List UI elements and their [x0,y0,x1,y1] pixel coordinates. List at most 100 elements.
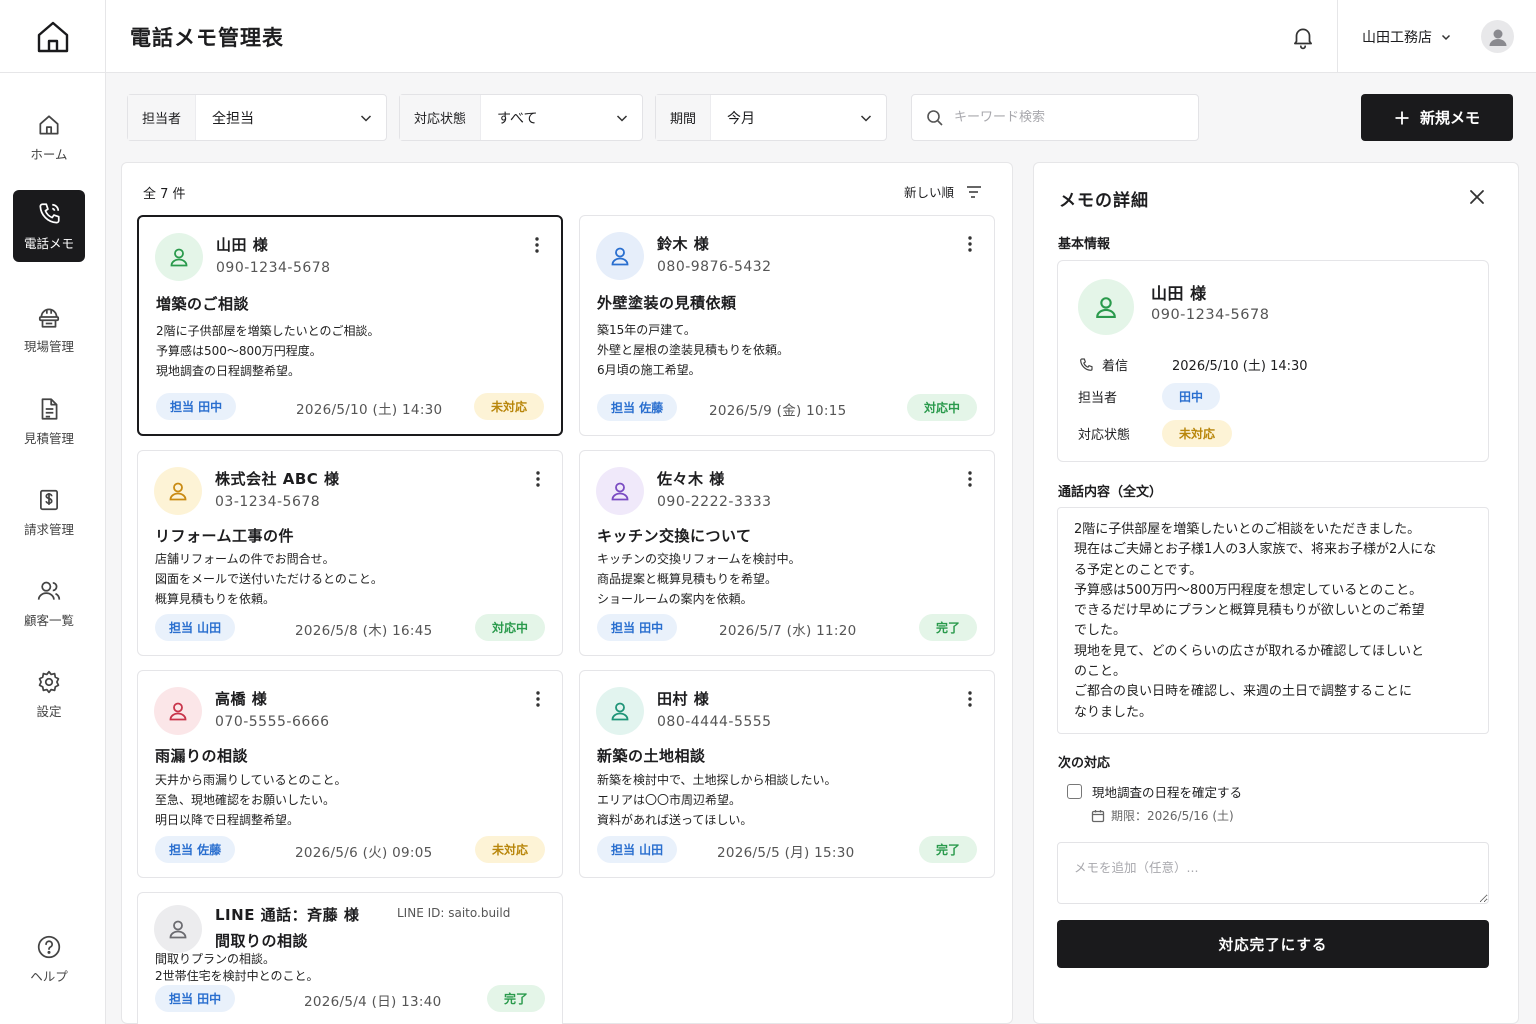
more-vertical-icon[interactable] [960,234,980,254]
user-icon [611,702,629,721]
status-row: 対応状態 未対応 [1078,420,1233,447]
sidebar-item-label: 見積管理 [23,430,74,446]
card-footer: 担当 田中 2026/5/10 (土) 14:30 未対応 [156,393,544,421]
sidebar-item-home[interactable]: ホーム [13,101,85,173]
due-date: 期限：2026/5/16 (土) [1091,807,1234,824]
search-box [911,94,1199,141]
sort-selector[interactable]: 新しい順 [904,182,982,201]
more-vertical-icon[interactable] [527,235,547,255]
fulltext-line: る予定とのことです。 [1074,562,1203,578]
contact-name: LINE 通話：斉藤 様 [215,906,360,924]
todo-item[interactable]: 現地調査の日程を確定する [1067,782,1242,801]
company-selector[interactable]: 山田工務店 [1362,27,1452,47]
summary-line: 店舗リフォームの件でお問合せ。 [155,552,335,566]
contact-name: 田村 様 [657,690,710,708]
memo-card-tamura[interactable]: 田村 様 080-4444-5555 新築の土地相談 新築を検討中で、土地探しか… [579,670,995,878]
sidebar-item-label: 電話メモ [23,235,74,251]
period-filter[interactable]: 期間 今月 [655,94,887,141]
assignee-pill: 田中 [1162,383,1221,410]
contact-avatar [155,233,203,281]
status-badge: 完了 [918,614,977,641]
result-count: 全 7 件 [143,187,186,202]
sidebar-item-site-management[interactable]: 現場管理 [13,293,85,365]
filter-label: 対応状態 [400,95,482,140]
contact-avatar [154,905,202,953]
status-filter[interactable]: 対応状態 すべて [399,94,643,141]
sidebar-item-invoices[interactable]: 請求管理 [13,476,85,548]
memo-card-yamada[interactable]: 山田 様 090-1234-5678 増築のご相談 2階に子供部屋を増築したいと… [137,215,563,436]
user-avatar[interactable] [1481,20,1514,53]
memo-textarea[interactable] [1057,842,1489,904]
summary-line: 築15年の戸建て。 [597,323,696,337]
memo-subject: 間取りの相談 [215,932,309,950]
chevron-down-icon [616,114,628,122]
sidebar-item-settings[interactable]: 設定 [13,658,85,730]
memo-card-suzuki[interactable]: 鈴木 様 080-9876-5432 外壁塗装の見積依頼 築15年の戸建て。 外… [579,215,995,436]
call-type: 着信 [1102,359,1129,374]
basic-info-box: 山田 様 090-1234-5678 着信 2026/5/10 (土) 14:3… [1057,260,1489,462]
next-action-heading: 次の対応 [1058,756,1111,771]
fulltext-line: のこと。 [1074,664,1127,680]
assignee-label: 担当者 [1078,391,1118,406]
search-input[interactable] [954,110,1174,125]
status-label: 対応状態 [1078,428,1131,443]
summary-line: 現地調査の日程調整希望。 [156,364,301,378]
summary-line: 外壁と屋根の塗装見積もりを依頼。 [597,343,790,357]
assignee-tag: 担当 山田 [597,836,678,863]
more-vertical-icon[interactable] [528,469,548,489]
house-logo-icon [37,21,68,52]
more-vertical-icon[interactable] [960,689,980,709]
call-date: 2026/5/10 (土) 14:30 [296,402,443,418]
memo-subject: 外壁塗装の見積依頼 [597,294,737,312]
close-icon[interactable] [1466,186,1488,208]
new-memo-button[interactable]: 新規メモ [1361,94,1513,141]
basic-info-heading: 基本情報 [1058,237,1111,252]
memo-card-takahashi[interactable]: 高橋 様 070-5555-6666 雨漏りの相談 天井から雨漏りしているとのこ… [137,670,563,878]
memo-subject: 雨漏りの相談 [155,747,249,765]
contact-name: 株式会社 ABC 様 [215,470,340,488]
line-id: LINE ID: saito.build [397,906,511,920]
contact-phone: 090-2222-3333 [657,494,772,510]
fulltext-line: でした。 [1074,623,1127,639]
assignee-tag: 担当 佐藤 [155,836,236,863]
summary-line: 資料があれば送ってほしい。 [597,813,753,827]
card-footer: 担当 佐藤 2026/5/6 (火) 09:05 未対応 [155,836,545,864]
assignee-filter[interactable]: 担当者 全担当 [127,94,387,141]
summary-line: ショールームの案内を依頼。 [597,592,753,606]
card-footer: 担当 佐藤 2026/5/9 (金) 10:15 対応中 [597,394,977,422]
contact-avatar [1078,279,1134,335]
more-vertical-icon[interactable] [960,469,980,489]
status-badge: 未対応 [473,393,544,420]
calendar-icon [1091,809,1105,822]
summary-line: 天井から雨漏りしているとのこと。 [155,773,347,787]
todo-checkbox[interactable] [1067,784,1082,799]
sidebar-item-phone-memo[interactable]: 電話メモ [13,190,85,262]
memo-card-abc[interactable]: 株式会社 ABC 様 03-1234-5678 リフォーム工事の件 店舗リフォー… [137,450,563,656]
complete-button[interactable]: 対応完了にする [1057,920,1489,968]
contact-phone: 080-4444-5555 [657,714,772,730]
contact-phone: 070-5555-6666 [215,714,330,730]
summary-line: 明日以降で日程調整希望。 [155,813,300,827]
sidebar-item-estimates[interactable]: 見積管理 [13,385,85,457]
call-date: 2026/5/4 (日) 13:40 [304,994,442,1010]
home-logo[interactable] [0,0,106,73]
user-icon [611,247,629,266]
card-footer: 担当 田中 2026/5/7 (水) 11:20 完了 [597,614,977,642]
bell-icon[interactable] [1290,24,1316,50]
status-badge: 対応中 [906,394,977,421]
fulltext-line: 現在はご夫婦とお子様1人の3人家族で、将来お子様が2人にな [1074,542,1437,558]
filter-value: すべて [497,110,538,127]
call-date: 2026/5/9 (金) 10:15 [709,403,847,419]
sidebar-item-customers[interactable]: 顧客一覧 [13,567,85,639]
memo-card-sasaki[interactable]: 佐々木 様 090-2222-3333 キッチン交換について キッチンの交換リフ… [579,450,995,656]
sidebar-item-label: 顧客一覧 [23,612,74,628]
memo-card-saito[interactable]: LINE 通話：斉藤 様 LINE ID: saito.build 間取りの相談… [137,892,563,1024]
more-vertical-icon[interactable] [528,689,548,709]
call-date: 2026/5/8 (木) 16:45 [295,623,433,639]
contact-avatar [596,687,644,735]
detail-contact-name: 山田 様 [1151,284,1207,303]
fulltext-line: なりました。 [1074,704,1153,720]
contact-avatar [596,467,644,515]
sidebar-item-help[interactable]: ヘルプ [13,923,85,995]
search-icon [927,109,943,126]
